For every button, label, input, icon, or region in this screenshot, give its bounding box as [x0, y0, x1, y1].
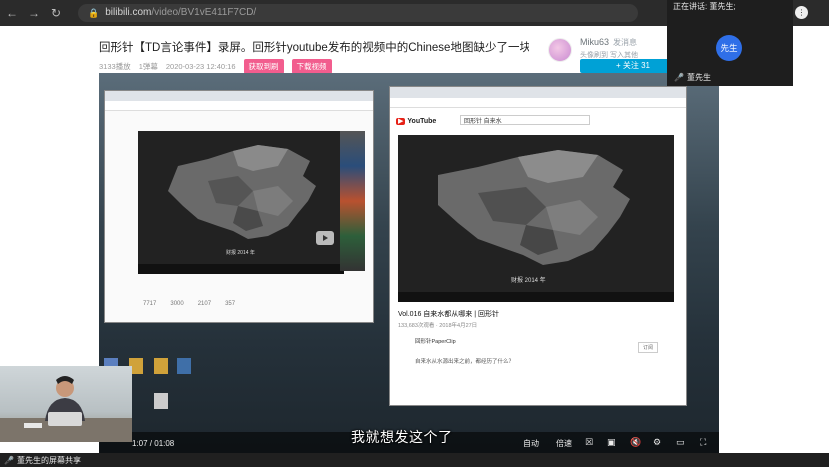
recorded-video-left: 财报 2014 年	[138, 131, 344, 264]
video-player[interactable]: 财报 2014 年 7717 3000 2107 357 ▶ YouTube 回…	[99, 73, 719, 458]
video-stats-left: 7717 3000 2107 357	[143, 301, 235, 307]
pip-icon[interactable]: ▣	[607, 437, 616, 448]
danmaku-count: 1弹幕	[138, 62, 158, 71]
recorded-address-bar	[105, 101, 373, 111]
mic-icon: 🎤	[674, 73, 684, 82]
speaker-name: 董先生	[686, 73, 711, 82]
address-bar[interactable]: 🔒 bilibili.com/video/BV1vE411F7CD/	[78, 4, 638, 22]
video-title: 回形针【TD言论事件】录屏。回形针youtube发布的视频中的Chinese地图…	[99, 42, 529, 54]
mic-icon: 🎤	[4, 456, 14, 465]
youtube-description: 自来水从水源出来之前，都经历了什么？	[415, 359, 515, 365]
desktop-icon-3	[154, 358, 168, 374]
screen: ← → ↻ 🔒 bilibili.com/video/BV1vE411F7CD/…	[0, 0, 829, 467]
desktop-icon-4	[177, 358, 191, 374]
forward-icon[interactable]: →	[28, 6, 40, 20]
tab-strip	[105, 91, 373, 101]
presenter-webcam	[0, 366, 132, 442]
danmaku-toggle-icon[interactable]: ☒	[585, 437, 593, 448]
publish-date: 2020-03-23 12:40:16	[165, 62, 236, 71]
volume-icon[interactable]: 🔇	[630, 437, 641, 448]
recorded-controls-left	[138, 264, 344, 274]
fullscreen-icon[interactable]: ⛶	[700, 437, 706, 448]
uploader-name[interactable]: Miku63	[580, 37, 609, 47]
youtube-channel: 回形针PaperClip	[415, 339, 456, 345]
url-path: /video/BV1vE411F7CD/	[151, 7, 257, 18]
settings-icon[interactable]: ⚙	[653, 437, 661, 448]
stat-share: 357	[225, 301, 236, 307]
tag-button-1[interactable]: 获取到刷	[243, 59, 284, 74]
recorded-browser-window-right: ▶ YouTube 回形针 自来水 财报 2014 年 Vol.016 自来水都从…	[389, 86, 687, 406]
play-time: 1:07 / 01:08	[132, 439, 175, 448]
screen-share-bar	[0, 453, 829, 467]
stat-coin: 3000	[170, 301, 184, 307]
view-count: 3133播放	[99, 62, 131, 71]
tab-strip-right	[390, 87, 686, 98]
youtube-logo-text: YouTube	[407, 118, 437, 125]
side-thumbnails	[340, 131, 365, 271]
more-icon[interactable]: ⋮	[795, 6, 808, 19]
recorded-address-bar-right	[390, 98, 686, 108]
speaking-indicator: 正在讲话: 董先生;	[673, 2, 736, 11]
map-caption-left: 财报 2014 年	[226, 250, 255, 256]
screen-share-label: 🎤 董先生的屏幕共享	[4, 455, 81, 466]
recorded-controls-right	[398, 292, 674, 302]
url-host: bilibili.com	[105, 7, 152, 18]
uploader-avatar[interactable]	[548, 38, 572, 62]
youtube-play-icon: ▶	[396, 118, 406, 125]
stat-like: 7717	[143, 301, 157, 307]
youtube-view-count: 133,683次观看 · 2018年4月27日	[398, 323, 478, 329]
youtube-search: 回形针 自来水	[460, 115, 590, 125]
back-icon[interactable]: ←	[6, 6, 18, 20]
youtube-video-title: Vol.016 自来水都从哪来 | 回形针	[398, 311, 500, 318]
youtube-logo: ▶ YouTube	[396, 117, 436, 125]
video-meta: 3133播放 1弹幕 2020-03-23 12:40:16 获取到刷 下载视频	[99, 59, 332, 74]
recorded-browser-window-left: 财报 2014 年 7717 3000 2107 357	[104, 90, 374, 323]
china-map-right	[438, 150, 630, 265]
quality-button[interactable]: 自动	[523, 438, 539, 449]
presenter-figure	[0, 376, 132, 442]
widescreen-icon[interactable]: ▭	[676, 437, 685, 448]
desktop-icon-5	[154, 393, 168, 409]
subtitle: 我就想发这个了	[351, 429, 453, 445]
speed-button[interactable]: 倍速	[556, 438, 572, 449]
speaker-avatar: 先生	[716, 35, 742, 61]
stat-fav: 2107	[197, 301, 212, 307]
lock-icon: 🔒	[88, 8, 100, 18]
recorded-video-right: 财报 2014 年	[398, 135, 674, 292]
map-caption-right: 财报 2014 年	[511, 278, 546, 284]
speaker-label: 🎤 董先生	[674, 72, 711, 83]
send-message-link[interactable]: 发消息	[613, 37, 637, 48]
china-map-left	[168, 145, 316, 239]
play-overlay-icon	[316, 231, 334, 245]
screen-share-name: 董先生的屏幕共享	[16, 456, 81, 465]
reload-icon[interactable]: ↻	[50, 6, 62, 20]
tag-button-2[interactable]: 下载视频	[291, 59, 332, 74]
youtube-subscribe: 订阅	[638, 342, 659, 353]
